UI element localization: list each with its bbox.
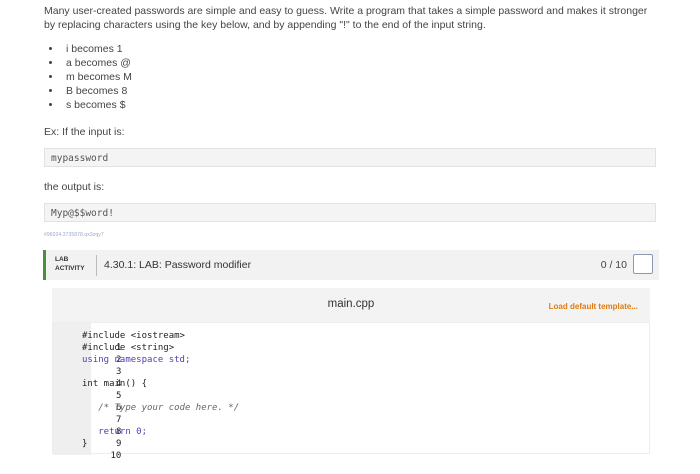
completion-checkbox[interactable] — [633, 254, 653, 274]
lab-title: 4.30.1: LAB: Password modifier — [104, 259, 252, 271]
code-line: 2 #include <string> — [53, 342, 174, 365]
code-text: #include <iostream> — [82, 331, 185, 341]
load-default-template-link[interactable]: Load default template... — [549, 302, 638, 311]
code-line: 1 #include <iostream> — [53, 330, 185, 353]
example-label: Ex: If the input is: — [44, 126, 125, 138]
lab-tag-line2: ACTIVITY — [55, 265, 85, 272]
code-lines: 1 #include <iostream> 2 #include <string> … — [53, 330, 239, 461]
code-line: 6 — [53, 390, 121, 413]
code-editor: main.cpp Load default template... 1 #incl… — [52, 288, 650, 461]
code-text: } — [82, 438, 88, 450]
code-line: 5 int main() { — [53, 378, 147, 401]
list-item: B becomes 8 — [62, 84, 658, 98]
code-line: 9 return 0; — [53, 426, 147, 449]
lab-activity-header: LAB ACTIVITY 4.30.1: LAB: Password modif… — [43, 250, 659, 280]
lab-tag-line1: LAB — [55, 256, 69, 263]
line-number: 10 — [110, 451, 122, 461]
list-item: i becomes 1 — [62, 42, 658, 56]
problem-description: Many user-created passwords are simple a… — [44, 0, 658, 238]
lab-activity-tag: LAB ACTIVITY — [55, 255, 85, 273]
list-item: m becomes M — [62, 70, 658, 84]
code-line: 8 — [53, 414, 121, 437]
code-line: 10} — [53, 438, 121, 461]
code-text: /* Type your code here. */ — [82, 403, 240, 413]
code-input-area[interactable]: 1 #include <iostream> 2 #include <string> … — [52, 322, 650, 461]
code-text: #include <string> — [82, 343, 175, 353]
divider — [96, 255, 97, 276]
list-item: s becomes $ — [62, 98, 658, 112]
intro-text: Many user-created passwords are simple a… — [44, 5, 648, 31]
editor-header: main.cpp Load default template... — [52, 288, 650, 322]
example-input-box: mypassword — [44, 148, 656, 167]
code-line: 3 using namespace std; — [53, 354, 190, 377]
tracking-id: #96024.3735878.qx3zqy7 — [44, 232, 104, 238]
code-text: using namespace std; — [82, 355, 191, 365]
code-text: int main() { — [82, 379, 148, 389]
lab-score: 0 / 10 — [600, 259, 627, 271]
replacement-key-list: i becomes 1 a becomes @ m becomes M B be… — [44, 42, 658, 112]
code-line: 4 — [53, 366, 121, 389]
output-label: the output is: — [44, 181, 105, 193]
list-item: a becomes @ — [62, 56, 658, 70]
code-text: return 0; — [82, 427, 148, 437]
code-line: 7 /* Type your code here. */ — [53, 402, 239, 425]
example-output-box: Myp@$$word! — [44, 203, 656, 222]
